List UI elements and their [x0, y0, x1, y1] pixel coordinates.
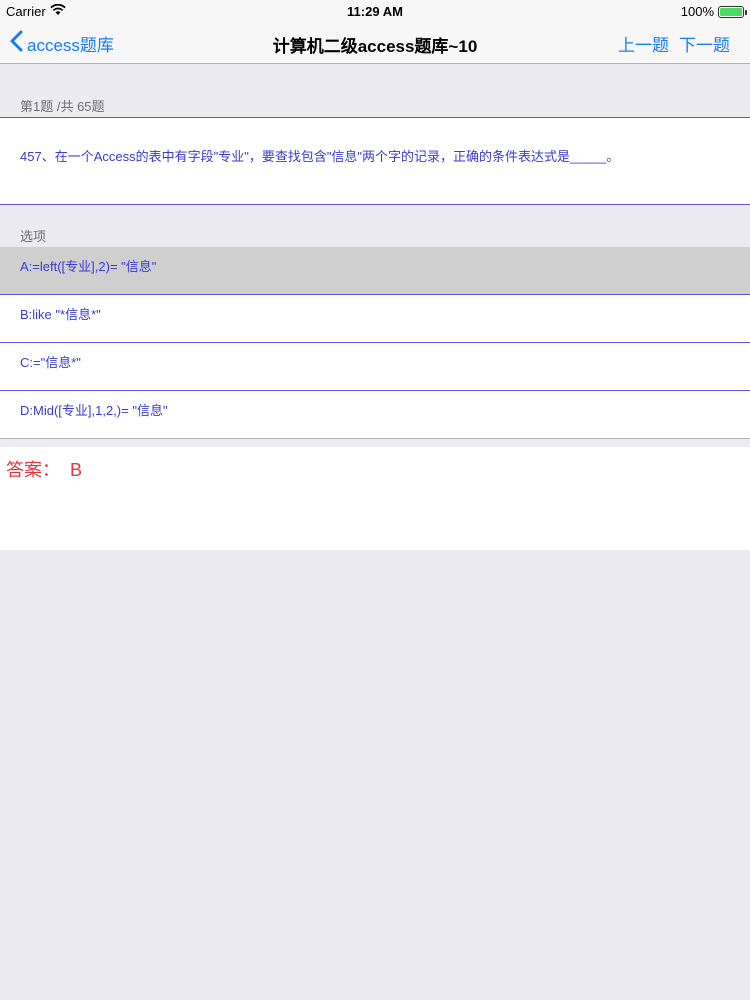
question-text: 457、在一个Access的表中有字段"专业"，要查找包含"信息"两个字的记录，… — [20, 149, 620, 164]
status-bar: Carrier 11:29 AM 100% — [0, 0, 750, 22]
battery-percent: 100% — [680, 4, 714, 19]
option-c[interactable]: C:="信息*" — [0, 343, 750, 391]
option-label: D:Mid([专业],1,2,)= "信息" — [20, 403, 168, 418]
option-label: A:=left([专业],2)= "信息" — [20, 259, 157, 274]
option-label: C:="信息*" — [20, 355, 81, 370]
options-header: 选项 — [20, 229, 47, 244]
option-label: B:like "*信息*" — [20, 307, 101, 322]
previous-question-button[interactable]: 上一题 — [618, 31, 669, 56]
battery-icon — [718, 5, 747, 18]
option-a[interactable]: A:=left([专业],2)= "信息" — [0, 247, 750, 295]
question-card: 457、在一个Access的表中有字段"专业"，要查找包含"信息"两个字的记录，… — [0, 117, 750, 205]
answer-card: 答案： B — [0, 447, 750, 550]
option-d[interactable]: D:Mid([专业],1,2,)= "信息" — [0, 391, 750, 439]
battery-group: 100% — [680, 4, 747, 19]
answer-text: 答案： B — [6, 460, 83, 480]
options-list: A:=left([专业],2)= "信息" B:like "*信息*" C:="… — [0, 247, 750, 439]
status-time: 11:29 AM — [347, 4, 403, 19]
next-question-button[interactable]: 下一题 — [679, 31, 730, 56]
navigation-bar: access题库 计算机二级access题库~10 上一题 下一题 — [0, 22, 750, 64]
option-b[interactable]: B:like "*信息*" — [0, 295, 750, 343]
nav-actions: 上一题 下一题 — [618, 31, 730, 56]
question-progress: 第1题 /共 65题 — [20, 99, 105, 114]
